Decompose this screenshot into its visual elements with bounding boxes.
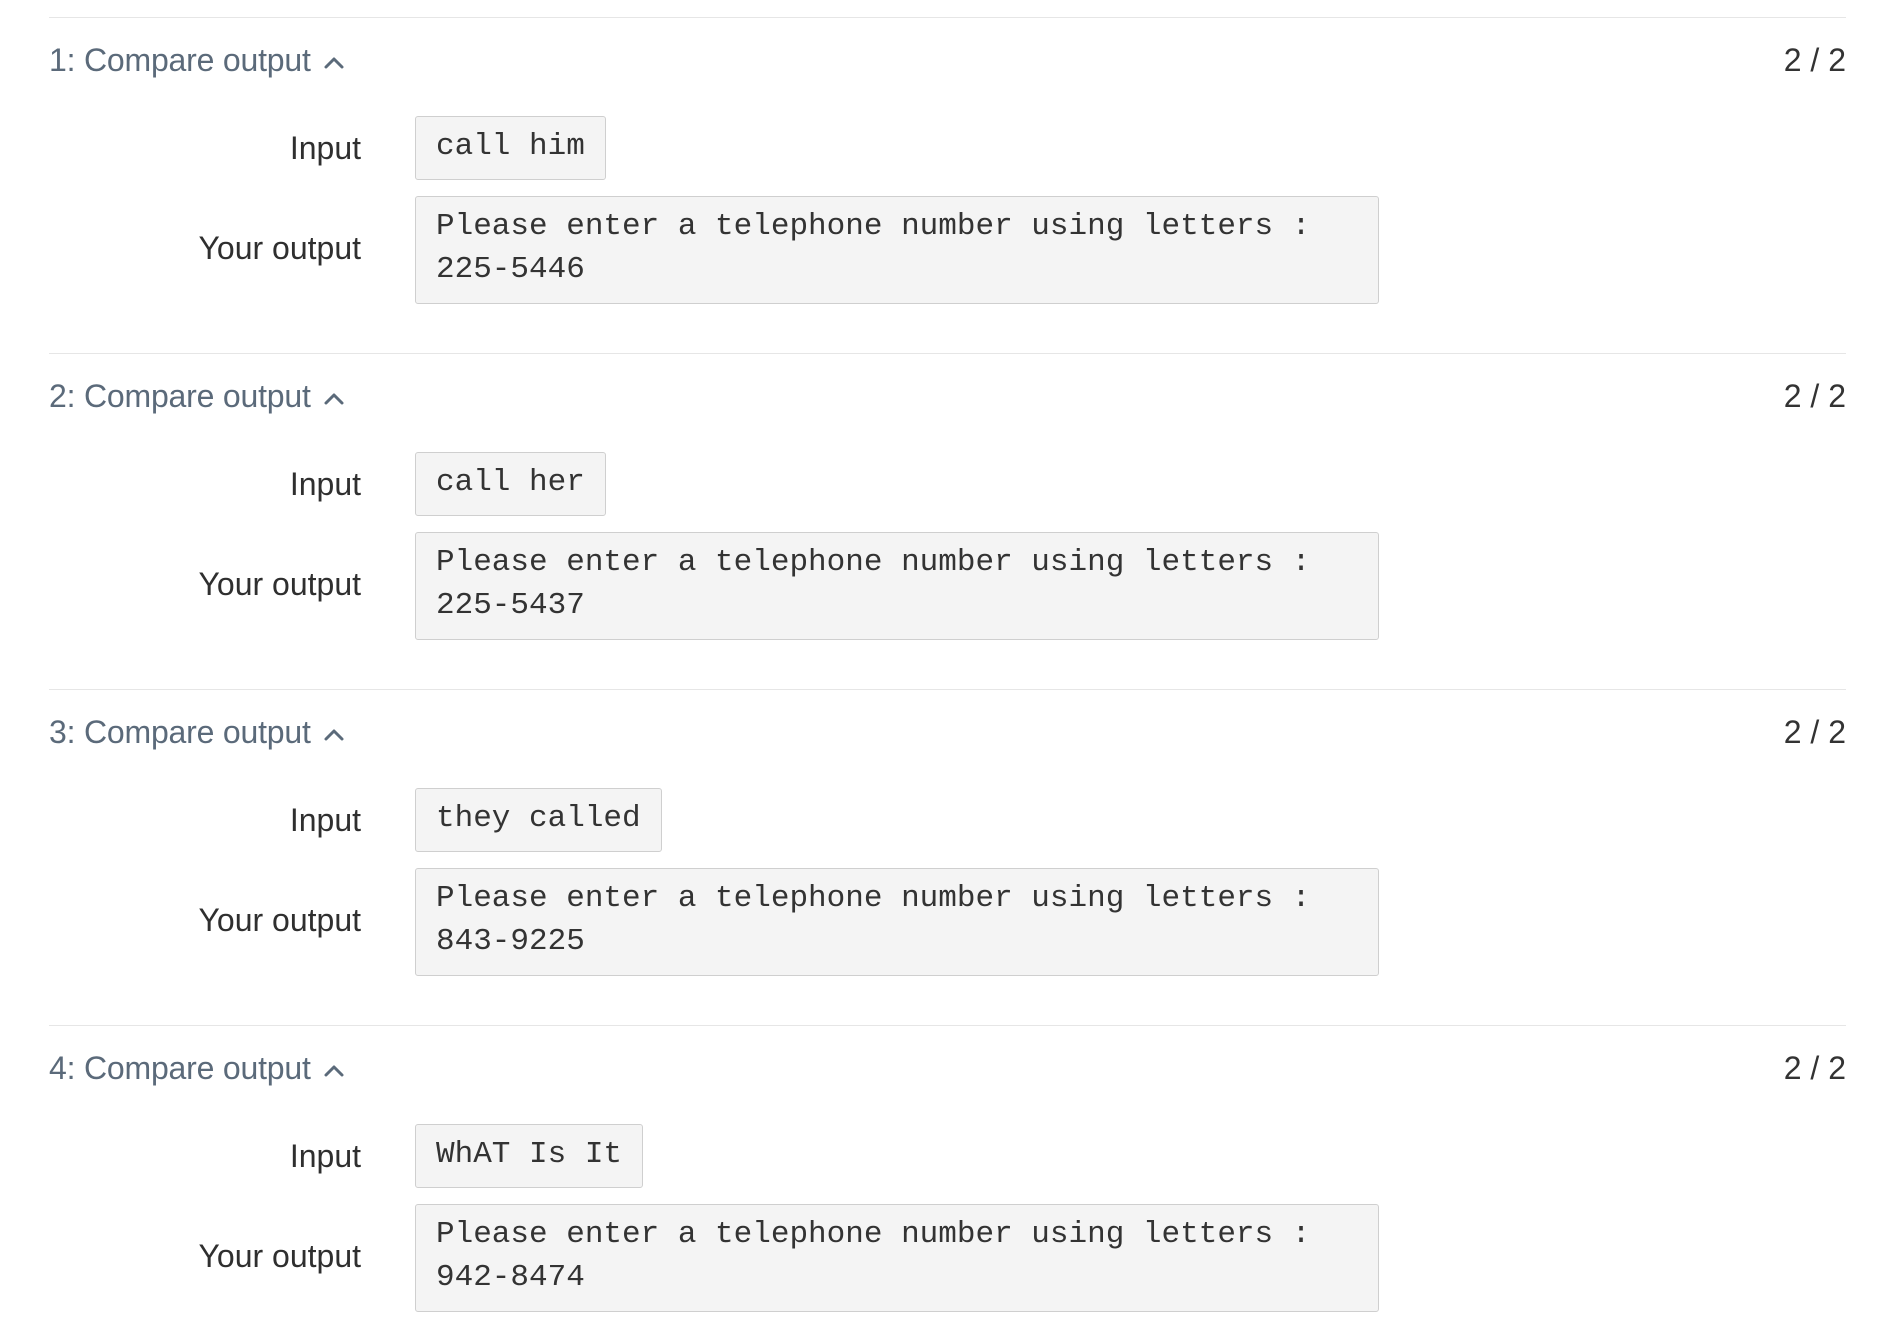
output-line: 225-5446 [436,252,585,287]
output-line: Please enter a telephone number using le… [436,209,1311,244]
chevron-up-icon [323,1060,345,1082]
chevron-up-icon [323,724,345,746]
input-label: Input [289,802,361,838]
output-label: Your output [198,566,361,602]
chevron-up-icon [323,52,345,74]
output-value: Please enter a telephone number using le… [415,1204,1379,1312]
input-row: Input they called [49,788,1846,852]
output-label: Your output [198,230,361,266]
test-case: 3: Compare output 2 / 2 Input they calle… [49,689,1846,1025]
output-value: Please enter a telephone number using le… [415,532,1379,640]
output-line: 225-5437 [436,588,585,623]
test-title: 3: Compare output [49,713,311,750]
input-value: they called [415,788,662,852]
test-case: 1: Compare output 2 / 2 Input call him Y… [49,17,1846,353]
test-header: 1: Compare output 2 / 2 [49,38,1846,82]
input-value: WhAT Is It [415,1124,644,1188]
input-row: Input call him [49,116,1846,180]
output-value: Please enter a telephone number using le… [415,196,1379,304]
input-row: Input WhAT Is It [49,1124,1846,1188]
test-case: 4: Compare output 2 / 2 Input WhAT Is It… [49,1025,1846,1338]
output-label: Your output [198,1238,361,1274]
test-toggle[interactable]: 2: Compare output [49,374,345,418]
output-line: Please enter a telephone number using le… [436,881,1311,916]
output-label: Your output [198,902,361,938]
test-header: 4: Compare output 2 / 2 [49,1046,1846,1090]
input-row: Input call her [49,452,1846,516]
output-value: Please enter a telephone number using le… [415,868,1379,976]
input-value: call her [415,452,606,516]
test-score: 2 / 2 [1783,714,1846,750]
output-row: Your output Please enter a telephone num… [49,868,1846,976]
test-title: 1: Compare output [49,41,311,78]
test-score: 2 / 2 [1783,1050,1846,1086]
output-row: Your output Please enter a telephone num… [49,196,1846,304]
test-case: 2: Compare output 2 / 2 Input call her Y… [49,353,1846,689]
input-label: Input [289,1138,361,1174]
output-line: Please enter a telephone number using le… [436,545,1311,580]
output-row: Your output Please enter a telephone num… [49,1204,1846,1312]
chevron-up-icon [323,388,345,410]
output-line: 942-8474 [436,1260,585,1295]
test-title: 2: Compare output [49,377,311,414]
test-score: 2 / 2 [1783,378,1846,414]
test-score: 2 / 2 [1783,42,1846,78]
output-line: Please enter a telephone number using le… [436,1217,1311,1252]
test-title: 4: Compare output [49,1049,311,1086]
test-header: 2: Compare output 2 / 2 [49,374,1846,418]
output-line: 843-9225 [436,924,585,959]
test-results: 1: Compare output 2 / 2 Input call him Y… [0,0,1898,1338]
input-value: call him [415,116,606,180]
input-label: Input [289,130,361,166]
input-label: Input [289,466,361,502]
test-toggle[interactable]: 3: Compare output [49,710,345,754]
test-header: 3: Compare output 2 / 2 [49,710,1846,754]
test-toggle[interactable]: 4: Compare output [49,1046,345,1090]
output-row: Your output Please enter a telephone num… [49,532,1846,640]
test-toggle[interactable]: 1: Compare output [49,38,345,82]
